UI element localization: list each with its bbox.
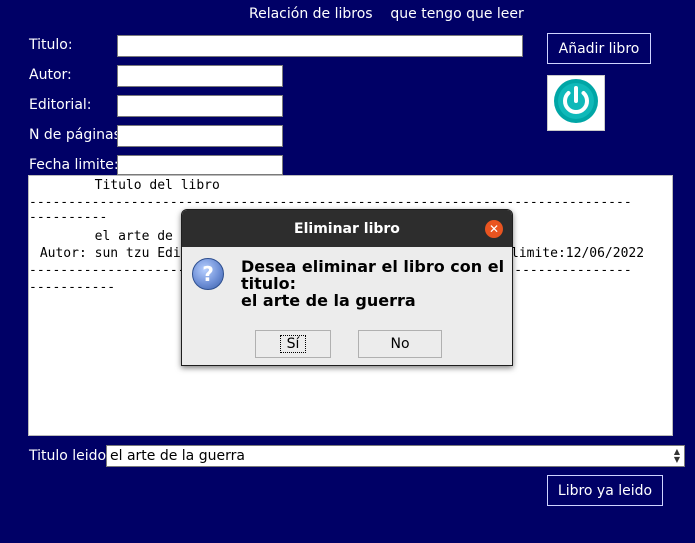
dialog-message: Desea eliminar el libro con el titulo: e… — [241, 258, 511, 309]
titulo-leido-value: el arte de la guerra — [110, 448, 245, 464]
titulo-label: Titulo: — [29, 37, 73, 53]
paginas-field[interactable] — [117, 125, 283, 147]
dialog-title: Eliminar libro — [294, 220, 400, 237]
power-icon — [552, 77, 600, 129]
no-button[interactable]: No — [358, 330, 442, 358]
editorial-label: Editorial: — [29, 97, 92, 113]
chevron-updown-icon: ▲ ▼ — [673, 447, 681, 464]
add-book-button-label: Añadir libro — [558, 40, 640, 57]
mark-read-button-label: Libro ya leido — [557, 482, 653, 499]
titulo-field[interactable] — [117, 35, 523, 57]
dialog-message-line: titulo: — [241, 274, 297, 293]
paginas-label: N de páginas: — [29, 127, 126, 143]
list-item-meta-left: Autor: sun tzu Edi — [32, 246, 181, 261]
titulo-leido-label: Titulo leido: — [29, 448, 111, 464]
app-title: Relación de libros que tengo que leer — [249, 6, 524, 22]
editorial-field[interactable] — [117, 95, 283, 117]
yes-button-label: Sí — [279, 335, 307, 353]
fecha-label: Fecha limite: — [29, 157, 119, 173]
autor-field[interactable] — [117, 65, 283, 87]
list-separator-wrap: ---------- — [29, 210, 108, 225]
fecha-field[interactable] — [117, 155, 283, 175]
autor-label: Autor: — [29, 67, 72, 83]
delete-book-dialog: Eliminar libro ✕ ? Desea eliminar el lib… — [181, 209, 513, 366]
dialog-message-line: Desea eliminar el libro con el — [241, 257, 505, 276]
dialog-titlebar: Eliminar libro ✕ — [182, 210, 512, 247]
question-icon: ? — [192, 258, 224, 290]
add-book-button[interactable]: Añadir libro — [547, 33, 651, 64]
list-separator-wrap: ----------- — [29, 280, 116, 295]
list-header: Titulo del libro — [32, 178, 220, 193]
list-item-meta-right: limite:12/06/2022 — [511, 246, 645, 261]
yes-button[interactable]: Sí — [255, 330, 331, 358]
close-icon[interactable]: ✕ — [485, 220, 503, 238]
titulo-leido-select[interactable]: el arte de la guerra ▲ ▼ — [106, 445, 685, 467]
list-item-title: el arte de — [32, 229, 173, 244]
mark-read-button[interactable]: Libro ya leido — [547, 475, 663, 506]
no-button-label: No — [390, 336, 410, 352]
dialog-message-book: el arte de la guerra — [241, 291, 416, 310]
power-button[interactable] — [547, 75, 605, 131]
